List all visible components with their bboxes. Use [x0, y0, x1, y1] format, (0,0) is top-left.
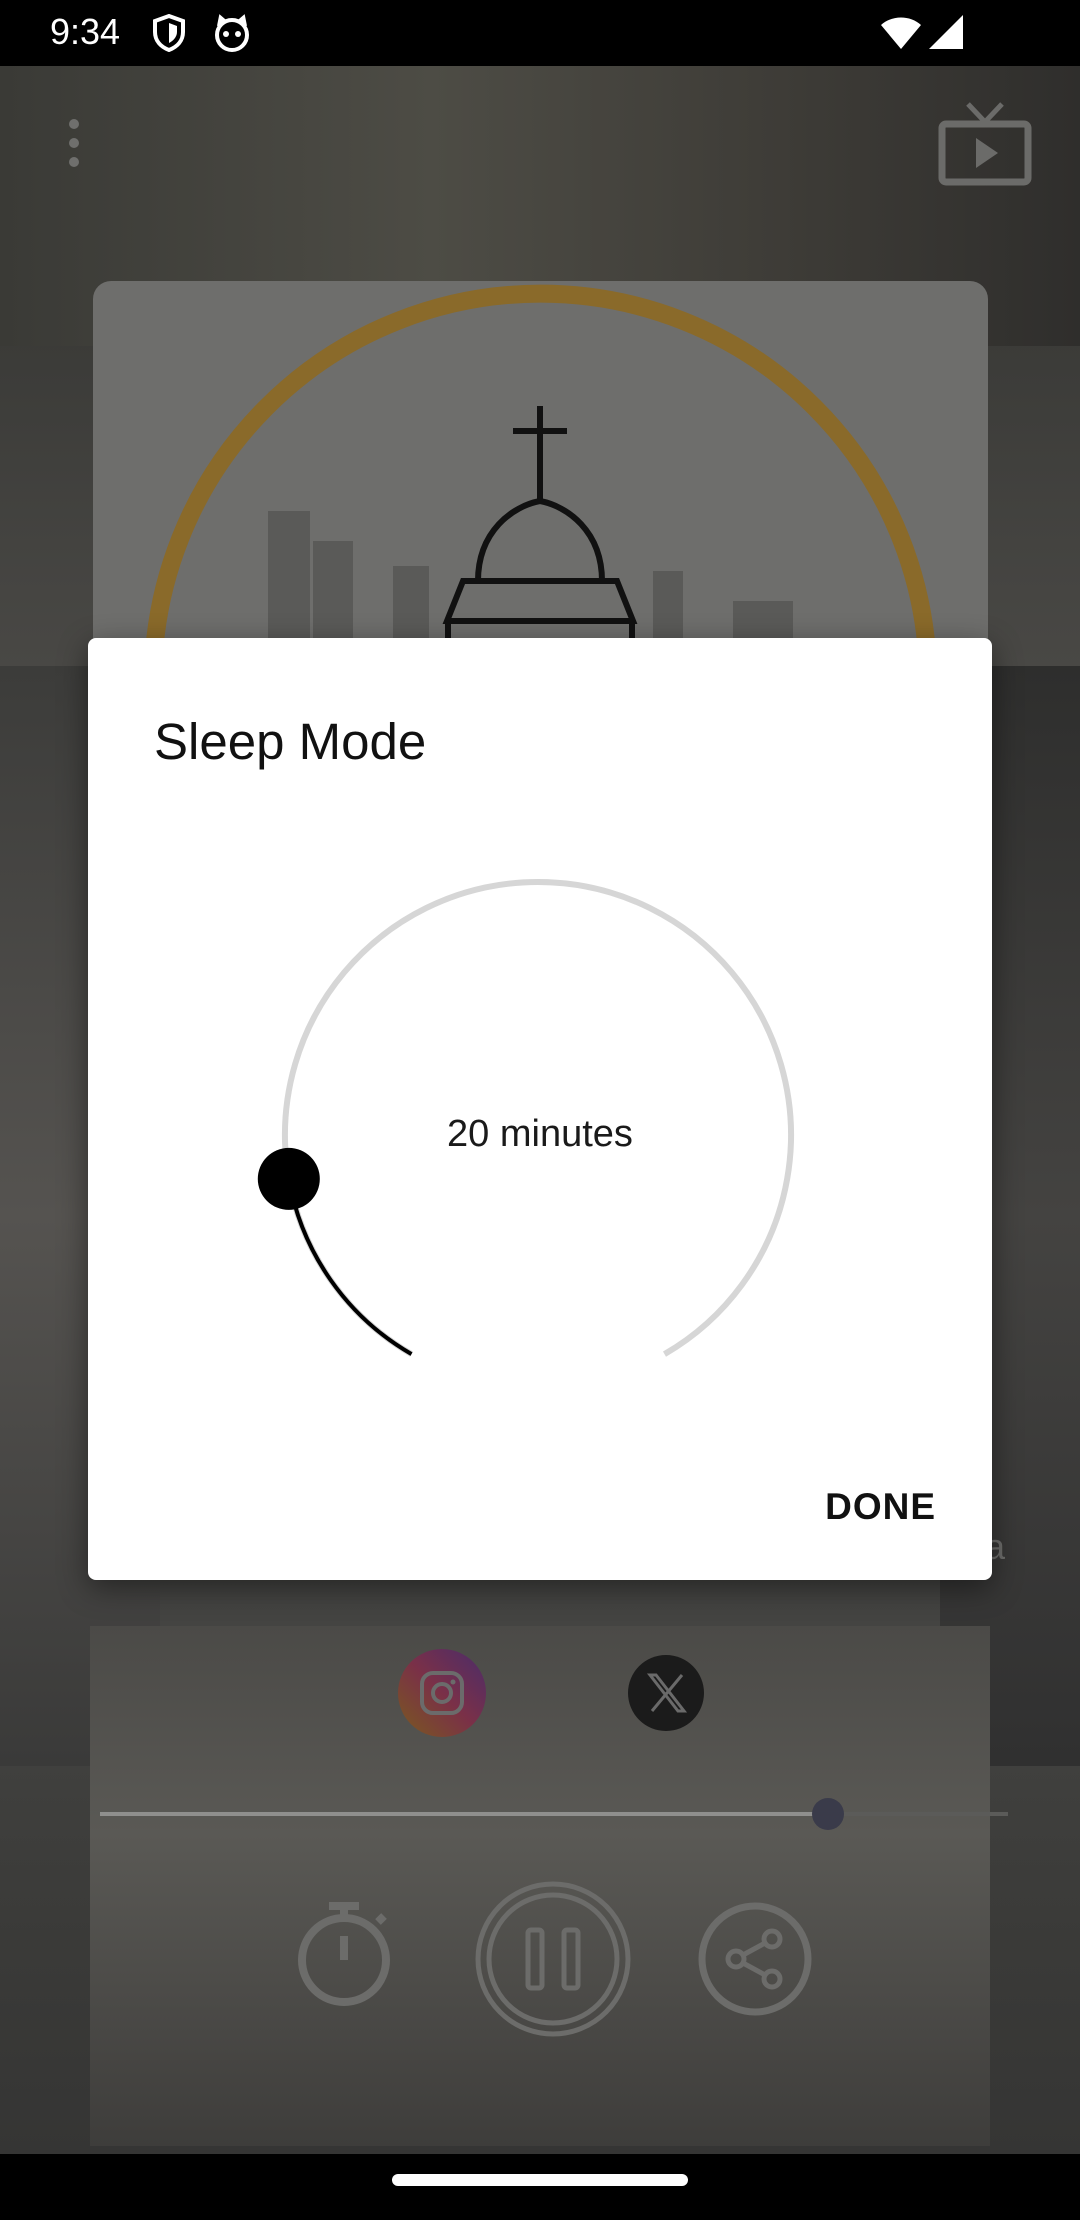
cellular-signal-icon	[929, 15, 963, 49]
dial-value-label: 20 minutes	[447, 1113, 633, 1155]
share-icon[interactable]	[698, 1902, 812, 2016]
sleep-mode-dialog: Sleep Mode 20 minutes DONE	[88, 638, 992, 1580]
cat-face-icon	[215, 14, 249, 52]
dial-thumb[interactable]	[257, 1147, 320, 1210]
vertical-dots-icon[interactable]	[62, 118, 86, 168]
done-button[interactable]: DONE	[825, 1486, 936, 1528]
status-time: 9:34	[50, 11, 121, 52]
sleep-timer-dial[interactable]	[88, 638, 992, 1418]
pause-icon[interactable]	[474, 1880, 632, 2038]
wifi-icon	[881, 17, 921, 49]
tv-play-icon[interactable]	[938, 102, 1032, 186]
navigation-bar	[0, 2154, 1080, 2220]
timer-icon[interactable]	[294, 1898, 394, 2010]
home-indicator[interactable]	[392, 2174, 688, 2186]
playback-progress-bar[interactable]	[100, 1798, 1008, 1830]
status-bar: 9:34	[0, 0, 1080, 66]
dial-progress	[286, 1178, 413, 1356]
x-icon[interactable]	[628, 1655, 704, 1731]
shield-icon	[153, 14, 185, 52]
album-art	[93, 281, 988, 681]
church-logo	[144, 284, 937, 681]
instagram-icon[interactable]	[398, 1649, 486, 1737]
progress-thumb[interactable]	[812, 1798, 844, 1830]
